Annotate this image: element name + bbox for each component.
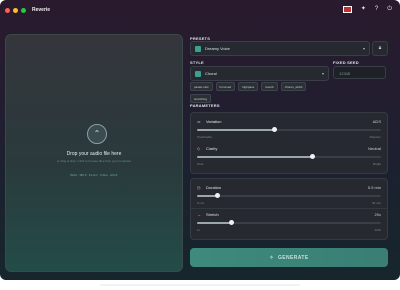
upload-icon[interactable]: ⌃ — [87, 124, 107, 144]
scroll-indicator — [100, 284, 300, 286]
variation-label: Variation — [206, 119, 222, 124]
clarity-slider[interactable] — [197, 154, 381, 159]
variation-min-label: Predictable — [197, 135, 213, 139]
dropzone-subtitle: or drag & drop / click to browse files f… — [56, 159, 132, 163]
stretch-value: 20x — [374, 212, 381, 217]
style-label: STYLE — [190, 60, 204, 65]
sparkle-icon: ✧ — [269, 254, 274, 261]
stretch-slider-handle[interactable] — [229, 220, 235, 225]
style-tag[interactable]: hummed — [215, 82, 236, 91]
stretch-max-label: 100x — [374, 228, 381, 232]
stretch-min-label: 1x — [197, 228, 201, 232]
seed-label: FIXED SEED — [333, 60, 359, 65]
style-tag[interactable]: reverb — [261, 82, 278, 91]
style-select[interactable]: Choral ▾ — [190, 66, 329, 81]
stretch-slider-fill — [197, 222, 232, 224]
duration-slider-handle[interactable] — [214, 193, 220, 198]
clarity-value: Neutral — [368, 146, 381, 151]
diamond-icon: ◇ — [197, 146, 201, 151]
duration-max-label: 30 min — [371, 201, 381, 205]
variation-row: ⚌ Variation ADS — [197, 119, 381, 124]
clarity-slider-handle[interactable] — [310, 154, 316, 159]
stretch-slider[interactable] — [197, 220, 381, 225]
dropzone-title: Drop your audio file here — [66, 151, 122, 157]
style-tag[interactable]: stretching — [190, 94, 212, 103]
clarity-max-label: Bright — [373, 162, 381, 166]
stretch-row: ↔ Stretch 20x — [197, 212, 381, 217]
clarity-min-label: Dark — [197, 162, 204, 166]
top-toolbar: ✦ ? ⏻ — [342, 6, 392, 16]
duration-min-label: 0 min — [197, 201, 205, 205]
lock-preset-button[interactable]: 🔒︎ — [372, 41, 388, 56]
minimize-window-button[interactable] — [13, 7, 18, 13]
style-tags: pastel-mist hummed highpass reverb choru… — [190, 82, 330, 103]
presets-select[interactable]: Dreamy Voice ▾ — [190, 41, 370, 56]
stretch-label: Stretch — [206, 212, 219, 217]
clarity-slider-fill — [197, 156, 313, 158]
clarity-label: Clarity — [206, 146, 218, 151]
chevron-down-icon: ▾ — [362, 46, 365, 51]
parameters-label: PARAMETERS — [190, 103, 220, 108]
clarity-range-labels: Dark Bright — [197, 162, 381, 166]
chevron-down-icon: ▾ — [321, 71, 324, 76]
variation-slider[interactable] — [197, 127, 381, 132]
card-divider — [191, 208, 387, 209]
time-parameters-card: ◷ Duration 5.5 min 0 min 30 min ↔ Stretch … — [190, 178, 388, 240]
generate-label: GENERATE — [277, 254, 309, 261]
variation-slider-fill — [197, 129, 275, 131]
style-tag[interactable]: pastel-mist — [190, 82, 213, 91]
style-tag[interactable]: chorus_width — [280, 82, 307, 91]
style-selected-value: Choral — [205, 71, 217, 76]
close-window-button[interactable] — [5, 7, 10, 13]
clarity-row: ◇ Clarity Neutral — [197, 146, 381, 151]
seed-input[interactable]: 12345 — [333, 66, 386, 79]
sliders-icon: ⚌ — [197, 119, 201, 124]
duration-slider[interactable] — [197, 193, 381, 198]
duration-range-labels: 0 min 30 min — [197, 201, 381, 205]
app-title: Reverie — [32, 7, 51, 13]
variation-value: ADS — [372, 119, 381, 124]
bug-icon[interactable]: ✦ — [361, 6, 366, 16]
seed-placeholder: 12345 — [339, 71, 351, 76]
flag-icon[interactable] — [342, 6, 352, 16]
clock-icon: ◷ — [197, 185, 201, 190]
app-window: Reverie ✦ ? ⏻ ⌃ Drop your audio file her… — [0, 0, 400, 280]
tone-parameters-card: ⚌ Variation ADS Predictable Random ◇ Clari… — [190, 112, 388, 174]
power-icon[interactable]: ⏻ — [387, 6, 392, 16]
variation-max-label: Random — [369, 135, 381, 139]
dropzone-formats: WAV, MP3, FLAC, OGG, AIFF — [70, 173, 118, 177]
duration-row: ◷ Duration 5.5 min — [197, 185, 381, 190]
duration-value: 5.5 min — [367, 185, 381, 190]
preset-thumbnail-icon — [195, 45, 201, 52]
maximize-window-button[interactable] — [21, 7, 26, 13]
stretch-range-labels: 1x 100x — [197, 228, 381, 232]
style-thumbnail-icon — [195, 70, 201, 77]
variation-range-labels: Predictable Random — [197, 135, 381, 139]
generate-button[interactable]: ✧ GENERATE — [190, 248, 388, 267]
stretch-arrows-icon: ↔ — [197, 212, 201, 217]
variation-slider-handle[interactable] — [271, 127, 277, 132]
audio-dropzone[interactable]: ⌃ Drop your audio file here or drag & dr… — [5, 34, 183, 272]
style-tag[interactable]: highpass — [238, 82, 259, 91]
window-controls — [5, 7, 26, 13]
help-icon[interactable]: ? — [375, 6, 378, 16]
title-bar: Reverie ✦ ? ⏻ — [0, 0, 400, 20]
duration-label: Duration — [206, 185, 222, 190]
presets-selected-value: Dreamy Voice — [205, 46, 230, 51]
